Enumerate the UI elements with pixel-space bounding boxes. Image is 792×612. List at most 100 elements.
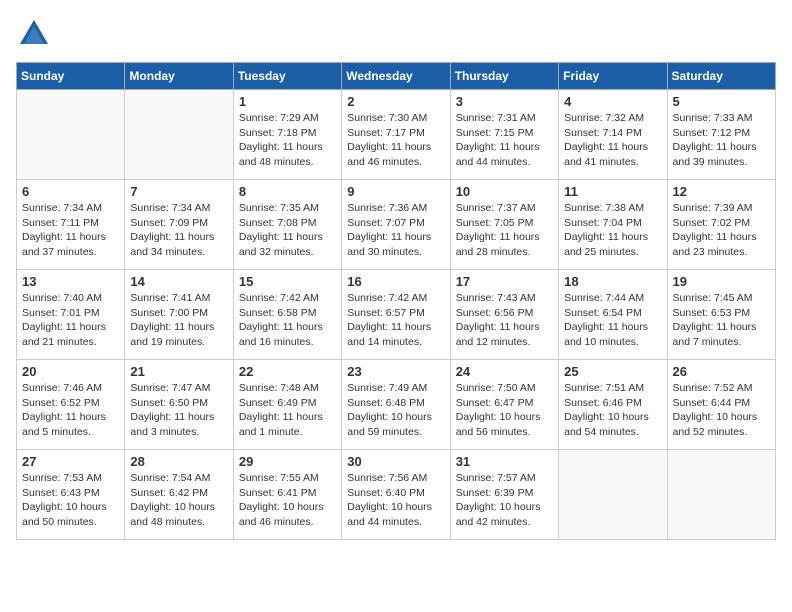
calendar-day-14: 14 Sunrise: 7:41 AM Sunset: 7:00 PM Dayli… bbox=[125, 270, 233, 360]
day-info: Sunrise: 7:49 AM Sunset: 6:48 PM Dayligh… bbox=[347, 381, 444, 440]
day-info: Sunrise: 7:36 AM Sunset: 7:07 PM Dayligh… bbox=[347, 201, 444, 260]
day-info: Sunrise: 7:30 AM Sunset: 7:17 PM Dayligh… bbox=[347, 111, 444, 170]
calendar-day-20: 20 Sunrise: 7:46 AM Sunset: 6:52 PM Dayli… bbox=[17, 360, 125, 450]
calendar-day-23: 23 Sunrise: 7:49 AM Sunset: 6:48 PM Dayli… bbox=[342, 360, 450, 450]
day-info: Sunrise: 7:32 AM Sunset: 7:14 PM Dayligh… bbox=[564, 111, 661, 170]
calendar-day-25: 25Sunrise: 7:51 AM Sunset: 6:46 PM Dayli… bbox=[559, 360, 667, 450]
day-info: Sunrise: 7:56 AM Sunset: 6:40 PM Dayligh… bbox=[347, 471, 444, 530]
calendar-week-row: 13 Sunrise: 7:40 AM Sunset: 7:01 PM Dayli… bbox=[17, 270, 776, 360]
day-number: 26 bbox=[673, 364, 770, 379]
day-number: 5 bbox=[673, 94, 770, 109]
day-number: 6 bbox=[22, 184, 119, 199]
calendar-day-2: 2 Sunrise: 7:30 AM Sunset: 7:17 PM Daylig… bbox=[342, 90, 450, 180]
calendar-day-empty bbox=[17, 90, 125, 180]
day-info: Sunrise: 7:46 AM Sunset: 6:52 PM Dayligh… bbox=[22, 381, 119, 440]
day-number: 1 bbox=[239, 94, 336, 109]
calendar-header: SundayMondayTuesdayWednesdayThursdayFrid… bbox=[17, 63, 776, 90]
calendar-day-12: 12Sunrise: 7:39 AM Sunset: 7:02 PM Dayli… bbox=[667, 180, 775, 270]
weekday-header-friday: Friday bbox=[559, 63, 667, 90]
day-info: Sunrise: 7:41 AM Sunset: 7:00 PM Dayligh… bbox=[130, 291, 227, 350]
calendar-day-13: 13 Sunrise: 7:40 AM Sunset: 7:01 PM Dayli… bbox=[17, 270, 125, 360]
calendar-table: SundayMondayTuesdayWednesdayThursdayFrid… bbox=[16, 62, 776, 540]
weekday-header-saturday: Saturday bbox=[667, 63, 775, 90]
calendar-body: 1Sunrise: 7:29 AM Sunset: 7:18 PM Daylig… bbox=[17, 90, 776, 540]
day-info: Sunrise: 7:40 AM Sunset: 7:01 PM Dayligh… bbox=[22, 291, 119, 350]
day-info: Sunrise: 7:42 AM Sunset: 6:58 PM Dayligh… bbox=[239, 291, 336, 350]
calendar-day-8: 8Sunrise: 7:35 AM Sunset: 7:08 PM Daylig… bbox=[233, 180, 341, 270]
day-number: 28 bbox=[130, 454, 227, 469]
calendar-day-11: 11 Sunrise: 7:38 AM Sunset: 7:04 PM Dayli… bbox=[559, 180, 667, 270]
calendar-day-30: 30 Sunrise: 7:56 AM Sunset: 6:40 PM Dayli… bbox=[342, 450, 450, 540]
header bbox=[16, 16, 776, 52]
day-number: 3 bbox=[456, 94, 553, 109]
day-info: Sunrise: 7:42 AM Sunset: 6:57 PM Dayligh… bbox=[347, 291, 444, 350]
calendar-day-29: 29 Sunrise: 7:55 AM Sunset: 6:41 PM Dayli… bbox=[233, 450, 341, 540]
day-number: 14 bbox=[130, 274, 227, 289]
day-number: 2 bbox=[347, 94, 444, 109]
logo bbox=[16, 16, 56, 52]
calendar-day-9: 9 Sunrise: 7:36 AM Sunset: 7:07 PM Daylig… bbox=[342, 180, 450, 270]
day-number: 13 bbox=[22, 274, 119, 289]
weekday-header-thursday: Thursday bbox=[450, 63, 558, 90]
day-info: Sunrise: 7:37 AM Sunset: 7:05 PM Dayligh… bbox=[456, 201, 553, 260]
day-number: 22 bbox=[239, 364, 336, 379]
calendar-day-10: 10 Sunrise: 7:37 AM Sunset: 7:05 PM Dayli… bbox=[450, 180, 558, 270]
calendar-day-24: 24 Sunrise: 7:50 AM Sunset: 6:47 PM Dayli… bbox=[450, 360, 558, 450]
day-info: Sunrise: 7:55 AM Sunset: 6:41 PM Dayligh… bbox=[239, 471, 336, 530]
day-info: Sunrise: 7:39 AM Sunset: 7:02 PM Dayligh… bbox=[673, 201, 770, 260]
calendar-week-row: 6 Sunrise: 7:34 AM Sunset: 7:11 PM Daylig… bbox=[17, 180, 776, 270]
day-info: Sunrise: 7:34 AM Sunset: 7:09 PM Dayligh… bbox=[130, 201, 227, 260]
calendar-day-empty bbox=[559, 450, 667, 540]
day-number: 15 bbox=[239, 274, 336, 289]
calendar-day-3: 3 Sunrise: 7:31 AM Sunset: 7:15 PM Daylig… bbox=[450, 90, 558, 180]
day-number: 27 bbox=[22, 454, 119, 469]
day-info: Sunrise: 7:50 AM Sunset: 6:47 PM Dayligh… bbox=[456, 381, 553, 440]
calendar-day-18: 18 Sunrise: 7:44 AM Sunset: 6:54 PM Dayli… bbox=[559, 270, 667, 360]
day-info: Sunrise: 7:47 AM Sunset: 6:50 PM Dayligh… bbox=[130, 381, 227, 440]
day-number: 4 bbox=[564, 94, 661, 109]
day-number: 24 bbox=[456, 364, 553, 379]
day-info: Sunrise: 7:45 AM Sunset: 6:53 PM Dayligh… bbox=[673, 291, 770, 350]
calendar-day-1: 1Sunrise: 7:29 AM Sunset: 7:18 PM Daylig… bbox=[233, 90, 341, 180]
calendar-day-15: 15 Sunrise: 7:42 AM Sunset: 6:58 PM Dayli… bbox=[233, 270, 341, 360]
calendar-week-row: 1Sunrise: 7:29 AM Sunset: 7:18 PM Daylig… bbox=[17, 90, 776, 180]
calendar-day-27: 27 Sunrise: 7:53 AM Sunset: 6:43 PM Dayli… bbox=[17, 450, 125, 540]
calendar-week-row: 20 Sunrise: 7:46 AM Sunset: 6:52 PM Dayli… bbox=[17, 360, 776, 450]
day-number: 23 bbox=[347, 364, 444, 379]
day-info: Sunrise: 7:52 AM Sunset: 6:44 PM Dayligh… bbox=[673, 381, 770, 440]
day-info: Sunrise: 7:43 AM Sunset: 6:56 PM Dayligh… bbox=[456, 291, 553, 350]
day-number: 25 bbox=[564, 364, 661, 379]
day-number: 19 bbox=[673, 274, 770, 289]
logo-icon bbox=[16, 16, 52, 52]
calendar-day-19: 19 Sunrise: 7:45 AM Sunset: 6:53 PM Dayli… bbox=[667, 270, 775, 360]
calendar-day-empty bbox=[667, 450, 775, 540]
day-info: Sunrise: 7:33 AM Sunset: 7:12 PM Dayligh… bbox=[673, 111, 770, 170]
day-number: 18 bbox=[564, 274, 661, 289]
day-number: 29 bbox=[239, 454, 336, 469]
calendar-day-26: 26 Sunrise: 7:52 AM Sunset: 6:44 PM Dayli… bbox=[667, 360, 775, 450]
calendar-week-row: 27 Sunrise: 7:53 AM Sunset: 6:43 PM Dayli… bbox=[17, 450, 776, 540]
day-number: 20 bbox=[22, 364, 119, 379]
day-number: 30 bbox=[347, 454, 444, 469]
day-info: Sunrise: 7:53 AM Sunset: 6:43 PM Dayligh… bbox=[22, 471, 119, 530]
day-info: Sunrise: 7:35 AM Sunset: 7:08 PM Dayligh… bbox=[239, 201, 336, 260]
calendar-day-21: 21 Sunrise: 7:47 AM Sunset: 6:50 PM Dayli… bbox=[125, 360, 233, 450]
day-info: Sunrise: 7:34 AM Sunset: 7:11 PM Dayligh… bbox=[22, 201, 119, 260]
day-info: Sunrise: 7:44 AM Sunset: 6:54 PM Dayligh… bbox=[564, 291, 661, 350]
calendar-day-6: 6 Sunrise: 7:34 AM Sunset: 7:11 PM Daylig… bbox=[17, 180, 125, 270]
day-number: 7 bbox=[130, 184, 227, 199]
day-number: 21 bbox=[130, 364, 227, 379]
day-number: 17 bbox=[456, 274, 553, 289]
weekday-header-wednesday: Wednesday bbox=[342, 63, 450, 90]
day-number: 10 bbox=[456, 184, 553, 199]
weekday-header-sunday: Sunday bbox=[17, 63, 125, 90]
day-info: Sunrise: 7:57 AM Sunset: 6:39 PM Dayligh… bbox=[456, 471, 553, 530]
day-info: Sunrise: 7:31 AM Sunset: 7:15 PM Dayligh… bbox=[456, 111, 553, 170]
day-info: Sunrise: 7:48 AM Sunset: 6:49 PM Dayligh… bbox=[239, 381, 336, 440]
day-info: Sunrise: 7:38 AM Sunset: 7:04 PM Dayligh… bbox=[564, 201, 661, 260]
day-number: 9 bbox=[347, 184, 444, 199]
calendar-day-5: 5 Sunrise: 7:33 AM Sunset: 7:12 PM Daylig… bbox=[667, 90, 775, 180]
day-number: 11 bbox=[564, 184, 661, 199]
calendar-day-7: 7 Sunrise: 7:34 AM Sunset: 7:09 PM Daylig… bbox=[125, 180, 233, 270]
calendar-day-16: 16Sunrise: 7:42 AM Sunset: 6:57 PM Dayli… bbox=[342, 270, 450, 360]
